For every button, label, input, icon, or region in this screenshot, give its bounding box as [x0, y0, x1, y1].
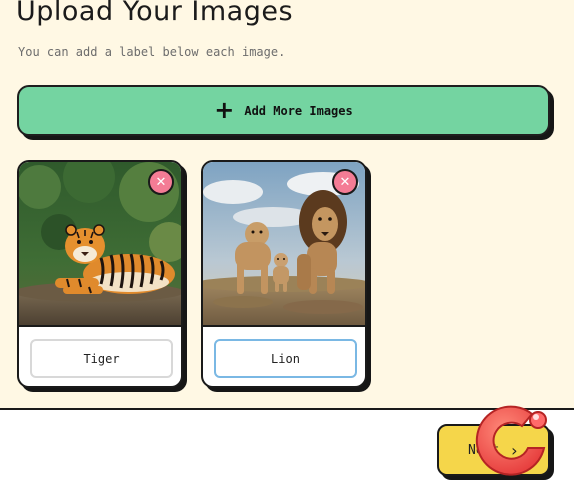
- remove-image-button[interactable]: ✕: [332, 169, 358, 195]
- image-label-input[interactable]: [30, 339, 173, 378]
- page-title: Upload Your Images: [16, 0, 294, 27]
- plus-icon: +: [214, 95, 235, 124]
- upload-page: Upload Your Images You can add a label b…: [0, 0, 574, 488]
- chevron-right-icon: ›: [509, 440, 519, 460]
- close-icon: ✕: [339, 174, 351, 190]
- add-more-images-label: Add More Images: [244, 103, 353, 118]
- next-label: Next: [468, 442, 500, 458]
- page-subtitle: You can add a label below each image.: [18, 45, 286, 59]
- image-label-input[interactable]: [214, 339, 357, 378]
- image-card: ✕: [201, 160, 367, 388]
- image-card: ✕: [17, 160, 183, 388]
- remove-image-button[interactable]: ✕: [148, 169, 174, 195]
- add-more-images-button[interactable]: + Add More Images: [17, 85, 550, 136]
- next-button[interactable]: Next ›: [437, 424, 550, 476]
- close-icon: ✕: [155, 174, 167, 190]
